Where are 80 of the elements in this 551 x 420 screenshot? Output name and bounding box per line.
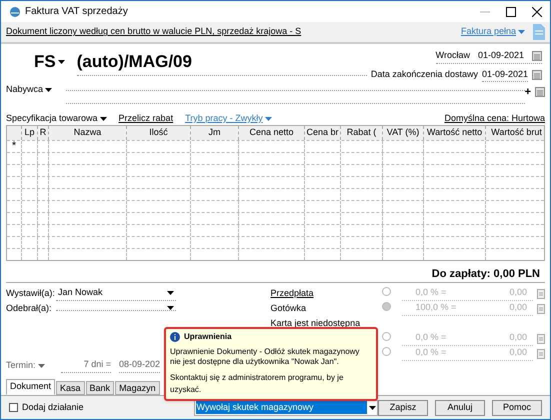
buyer-dropdown[interactable]: Nabywca [6,84,66,96]
document-icon[interactable] [533,24,545,40]
person-label: Odebrał(a): [6,302,53,315]
delivery-date-label: Data zakończenia dostawy [370,68,478,81]
column-header[interactable]: Cena netto [249,126,294,140]
work-mode-dropdown[interactable]: Tryb pracy - Zwykły [185,112,272,126]
term-date: 08-09-202 [119,358,160,373]
person-label: Wystawił(a): [6,286,56,300]
payment-amount: 0,00 [509,301,527,314]
column-header[interactable]: Lp [24,126,34,140]
close-icon[interactable] [532,6,542,16]
document-type-dropdown[interactable]: FS [34,49,65,74]
caret-icon [100,116,107,120]
person-dropdown[interactable] [56,306,176,311]
recalculate-discount-link[interactable]: Przelicz rabat [118,112,174,126]
calculator-icon[interactable] [537,348,545,358]
payment-amount: 0,00 [509,286,527,300]
new-row-marker: * [12,139,16,154]
column-header[interactable]: Wartość netto [426,126,482,140]
caret-icon [58,60,65,64]
tab[interactable]: Dokument [6,379,56,395]
document-info-link[interactable]: Dokument liczony według cen brutto w walucie PLN, sprzedaż krajowa - S [6,25,302,39]
item-specification-dropdown[interactable]: Specyfikacja towarowa [6,112,107,126]
dialog-button[interactable]: Zapisz [378,400,428,416]
default-price-link[interactable]: Domyślna cena: Hurtowa [444,112,545,126]
document-number: (auto)/MAG/09 [76,49,367,76]
payment-percent: 0,0 % = [416,331,446,344]
caret-icon [167,306,174,310]
term-days: 7 dni = [61,358,111,373]
payment-method-label: Gotówka [270,302,306,313]
add-action-label: Dodaj działanie [22,400,84,414]
column-header[interactable]: Nazwa [74,126,102,140]
payment-method-label[interactable]: Przedpłata [270,288,314,298]
invoice-type-link[interactable]: Faktura pełna [460,25,525,39]
column-header[interactable]: Rabat ( [346,126,376,140]
delivery-date-field[interactable]: 01-09-2021 [482,68,528,82]
payment-radio[interactable] [382,286,391,296]
window-title: Faktura VAT sprzedaży [25,5,128,19]
add-button[interactable]: + [524,87,531,98]
place-label: Wrocław [436,49,470,62]
issue-date-field[interactable]: 01-09-2021 [478,49,524,62]
tooltip-message: Uprawnienie Dokumenty - Odłóż skutek magazynowy nie jest dostępne dla użytkownika "Nowak Jan". [170,347,360,367]
payment-percent: 0,0 % = [416,346,446,360]
column-header[interactable]: Cena br [306,126,339,140]
term-dropdown[interactable]: Termin: [6,358,61,372]
payment-radio[interactable] [382,346,391,356]
tooltip-title: Uprawnienia [184,331,232,343]
column-header[interactable]: Ilość [149,126,168,140]
tab[interactable]: Kasa [56,381,85,395]
column-header[interactable]: Jm [208,126,220,140]
dialog-button[interactable]: Pomoc [492,400,542,416]
caret-icon [264,116,272,120]
dialog-button[interactable]: Anuluj [435,400,485,416]
payment-percent: 100,0 % = [416,301,456,314]
caret-icon [38,364,45,368]
calculator-icon[interactable] [537,334,545,344]
amount-due: Do zapłaty: 0,00 PLN [432,267,540,282]
column-header[interactable]: R [40,126,46,140]
person-dropdown[interactable]: Jan Nowak [56,286,176,301]
add-action-checkbox[interactable] [9,403,18,412]
tooltip-hint: Skontaktuj się z administratorem programu, by je uzyskać. [170,372,344,396]
caret-icon [518,30,525,34]
column-header[interactable]: VAT (%) [386,126,420,140]
payment-amount: 0,00 [509,331,527,344]
payment-percent: 0,0 % = [416,286,446,300]
caret-icon [369,406,376,410]
column-header[interactable]: Wartość brut [491,126,542,140]
app-logo-icon [9,6,21,18]
payment-radio[interactable] [382,302,391,310]
tab[interactable]: Bank [86,381,114,395]
card-unavailable-note: Karta jest niedostępna [270,316,360,330]
caret-icon [167,291,174,295]
calculator-icon[interactable] [537,288,545,298]
payment-amount: 0,00 [509,346,527,360]
caret-icon [45,88,52,92]
maximize-icon[interactable] [506,6,516,16]
tab[interactable]: Magazyn [115,381,160,395]
info-icon [170,332,180,342]
calculator-icon[interactable] [537,304,545,314]
payment-radio[interactable] [382,332,391,340]
